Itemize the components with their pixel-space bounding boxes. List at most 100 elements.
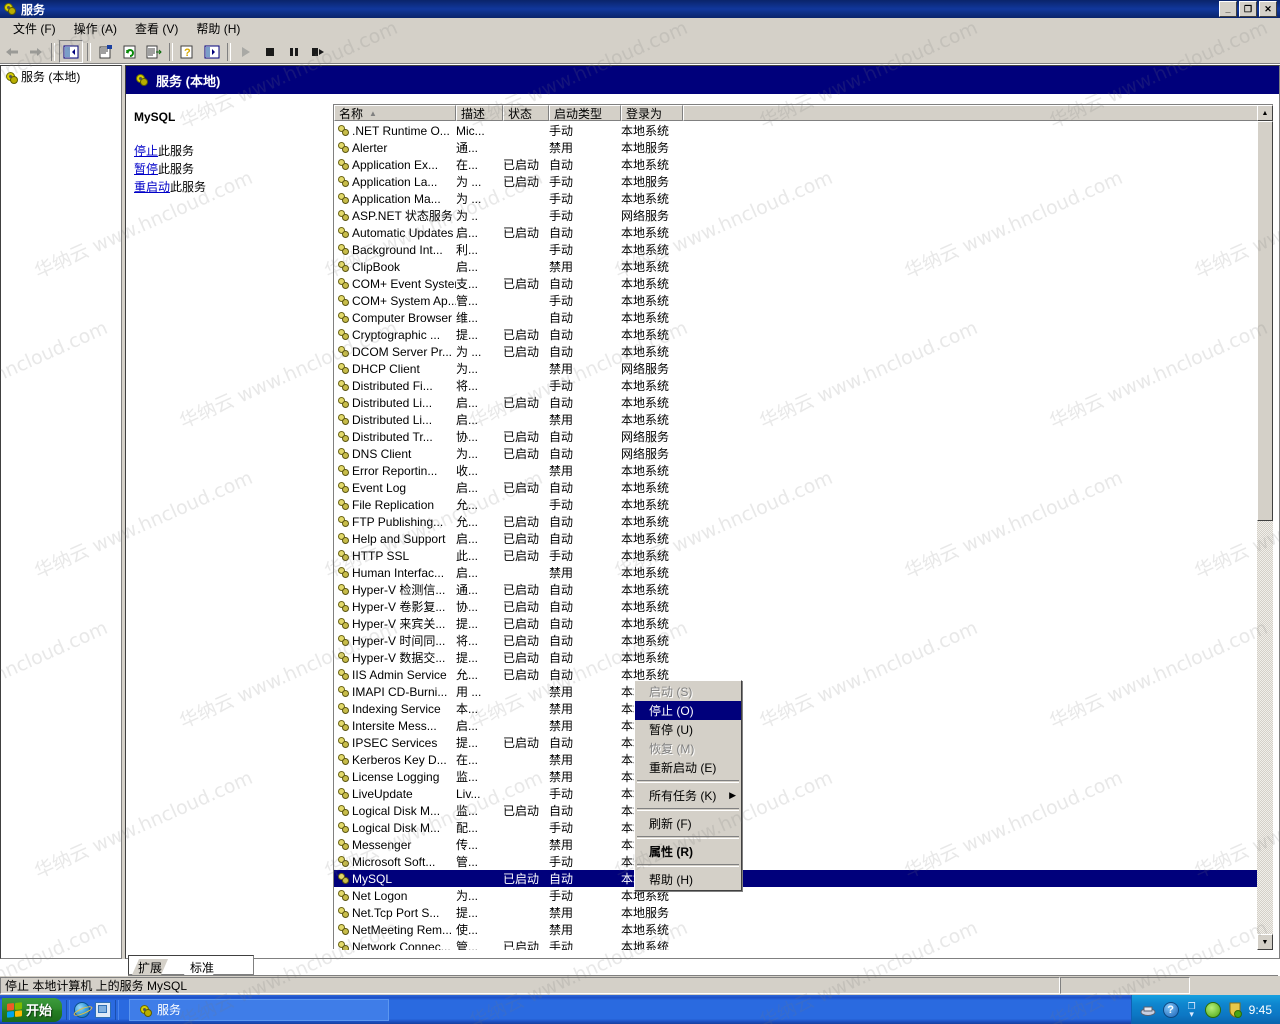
export-list-icon[interactable] [143,41,165,62]
column-status[interactable]: 状态 [503,105,549,121]
table-row[interactable]: Event Log启...已启动自动本地系统 [334,479,1259,496]
start-button[interactable]: 开始 [2,998,62,1022]
table-row[interactable]: COM+ Event System支...已启动自动本地系统 [334,275,1259,292]
table-row[interactable]: LiveUpdateLiv...手动本地系统 [334,785,1259,802]
forward-icon[interactable] [25,41,47,62]
tray-shield-icon[interactable] [1228,1002,1242,1018]
table-row[interactable]: HTTP SSL此...已启动手动本地系统 [334,547,1259,564]
column-logon-as[interactable]: 登录为 [621,105,683,121]
tray-update-icon[interactable] [1205,1002,1221,1018]
help-icon[interactable]: ? [177,41,199,62]
show-hide-tree-icon[interactable] [59,40,83,63]
menu-action[interactable]: 操作 (A) [65,18,126,39]
table-row[interactable]: IPSEC Services提...已启动自动本地系统 [334,734,1259,751]
service-name-text: Distributed Li... [352,396,432,410]
table-row[interactable]: .NET Runtime O...Mic...手动本地系统 [334,122,1259,139]
close-button[interactable]: ✕ [1259,1,1277,17]
table-row[interactable]: DHCP Client为...禁用网络服务 [334,360,1259,377]
table-row[interactable]: Automatic Updates启...已启动自动本地系统 [334,224,1259,241]
table-row[interactable]: Help and Support启...已启动自动本地系统 [334,530,1259,547]
ctx-restart[interactable]: 重新启动 (E) [635,758,741,777]
refresh-icon[interactable] [119,41,141,62]
table-row[interactable]: Logical Disk M...监...已启动自动本地系统 [334,802,1259,819]
table-row[interactable]: Hyper-V 卷影复...协...已启动自动本地系统 [334,598,1259,615]
scroll-down-arrow-icon[interactable]: ▼ [1257,934,1273,950]
table-row[interactable]: Computer Browser维...自动本地系统 [334,309,1259,326]
toggle-console-icon[interactable] [201,41,223,62]
show-desktop-icon[interactable] [95,1002,111,1018]
table-row[interactable]: COM+ System Ap...管...手动本地系统 [334,292,1259,309]
table-row[interactable]: Hyper-V 检测信...通...已启动自动本地系统 [334,581,1259,598]
table-row[interactable]: Alerter通...禁用本地服务 [334,139,1259,156]
pause-service-icon[interactable] [283,41,305,62]
table-row[interactable]: NetMeeting Rem...使...禁用本地系统 [334,921,1259,938]
table-row[interactable]: Microsoft Soft...管...手动本地系统 [334,853,1259,870]
minimize-button[interactable]: _ [1219,1,1237,17]
menu-help[interactable]: 帮助 (H) [187,18,249,39]
tray-overflow-icon[interactable]: ❐▾ [1186,1002,1198,1018]
column-description[interactable]: 描述 [456,105,503,121]
table-row[interactable]: File Replication允...手动本地系统 [334,496,1259,513]
restart-service-icon[interactable] [307,41,329,62]
tree-item-services-local[interactable]: 服务 (本地) [1,66,121,87]
table-row[interactable]: Net.Tcp Port S...提...禁用本地服务 [334,904,1259,921]
cell-startup-type: 自动 [549,530,621,547]
table-row[interactable]: Indexing Service本...禁用本地系统 [334,700,1259,717]
list-vertical-scrollbar[interactable]: ▲ ▼ [1257,105,1273,950]
service-name-text: Messenger [352,838,411,852]
table-row[interactable]: ASP.NET 状态服务为 ..手动网络服务 [334,207,1259,224]
column-name[interactable]: 名称 ▲ [334,105,456,121]
table-row[interactable]: Distributed Fi...将...手动本地系统 [334,377,1259,394]
back-icon[interactable] [1,41,23,62]
restore-button[interactable]: ❐ [1239,1,1257,17]
ctx-pause[interactable]: 暂停 (U) [635,720,741,739]
table-row[interactable]: Application Ma...为 ...手动本地系统 [334,190,1259,207]
table-row[interactable]: Intersite Mess...启...禁用本地系统 [334,717,1259,734]
table-row[interactable]: Network Connec...管...已启动手动本地系统 [334,938,1259,950]
table-row[interactable]: FTP Publishing...允...已启动自动本地系统 [334,513,1259,530]
menu-view[interactable]: 查看 (V) [126,18,187,39]
tray-clock[interactable]: 9:45 [1249,1003,1272,1017]
tray-help-icon[interactable]: ? [1163,1002,1179,1018]
table-row[interactable]: IIS Admin Service允...已启动自动本地系统 [334,666,1259,683]
table-row[interactable]: Distributed Li...启...禁用本地系统 [334,411,1259,428]
taskbar-item-services[interactable]: 服务 [129,999,389,1021]
table-row[interactable]: Hyper-V 数据交...提...已启动自动本地系统 [334,649,1259,666]
table-row[interactable]: Application La...为 ...已启动手动本地服务 [334,173,1259,190]
ctx-refresh[interactable]: 刷新 (F) [635,814,741,833]
stop-service-icon[interactable] [259,41,281,62]
table-row[interactable]: IMAPI CD-Burni...用 ...禁用本地系统 [334,683,1259,700]
table-row[interactable]: Application Ex...在...已启动自动本地系统 [334,156,1259,173]
properties-icon[interactable] [95,41,117,62]
table-row[interactable]: MySQL已启动自动本地系统 [334,870,1259,887]
ctx-all-tasks[interactable]: 所有任务 (K)▶ [635,786,741,805]
table-row[interactable]: License Logging监...禁用本地系统 [334,768,1259,785]
table-row[interactable]: Hyper-V 来宾关...提...已启动自动本地系统 [334,615,1259,632]
restart-service-link[interactable]: 重启动 [134,180,170,194]
table-row[interactable]: Cryptographic ...提...已启动自动本地系统 [334,326,1259,343]
column-startup-type[interactable]: 启动类型 [549,105,621,121]
table-row[interactable]: ClipBook启...禁用本地系统 [334,258,1259,275]
scroll-up-arrow-icon[interactable]: ▲ [1257,105,1273,121]
table-row[interactable]: Hyper-V 时间同...将...已启动自动本地系统 [334,632,1259,649]
table-row[interactable]: DNS Client为...已启动自动网络服务 [334,445,1259,462]
table-row[interactable]: Background Int...利...手动本地系统 [334,241,1259,258]
menu-file[interactable]: 文件 (F) [4,18,65,39]
scrollbar-thumb[interactable] [1257,121,1273,521]
table-row[interactable]: Distributed Li...启...已启动自动本地系统 [334,394,1259,411]
ctx-help[interactable]: 帮助 (H) [635,870,741,889]
table-row[interactable]: Messenger传...禁用本地系统 [334,836,1259,853]
stop-service-link[interactable]: 停止 [134,144,158,158]
table-row[interactable]: DCOM Server Pr...为 ...已启动自动本地系统 [334,343,1259,360]
internet-explorer-icon[interactable] [74,1002,90,1018]
ctx-stop[interactable]: 停止 (O) [635,701,741,720]
tray-network-icon[interactable] [1140,1003,1156,1017]
table-row[interactable]: Distributed Tr...协...已启动自动网络服务 [334,428,1259,445]
pause-service-link[interactable]: 暂停 [134,162,158,176]
table-row[interactable]: Logical Disk M...配...手动本地系统 [334,819,1259,836]
table-row[interactable]: Kerberos Key D...在...禁用本地系统 [334,751,1259,768]
table-row[interactable]: Human Interfac...启...禁用本地系统 [334,564,1259,581]
table-row[interactable]: Error Reportin...收...禁用本地系统 [334,462,1259,479]
table-row[interactable]: Net Logon为...手动本地系统 [334,887,1259,904]
ctx-properties[interactable]: 属性 (R) [635,842,741,861]
